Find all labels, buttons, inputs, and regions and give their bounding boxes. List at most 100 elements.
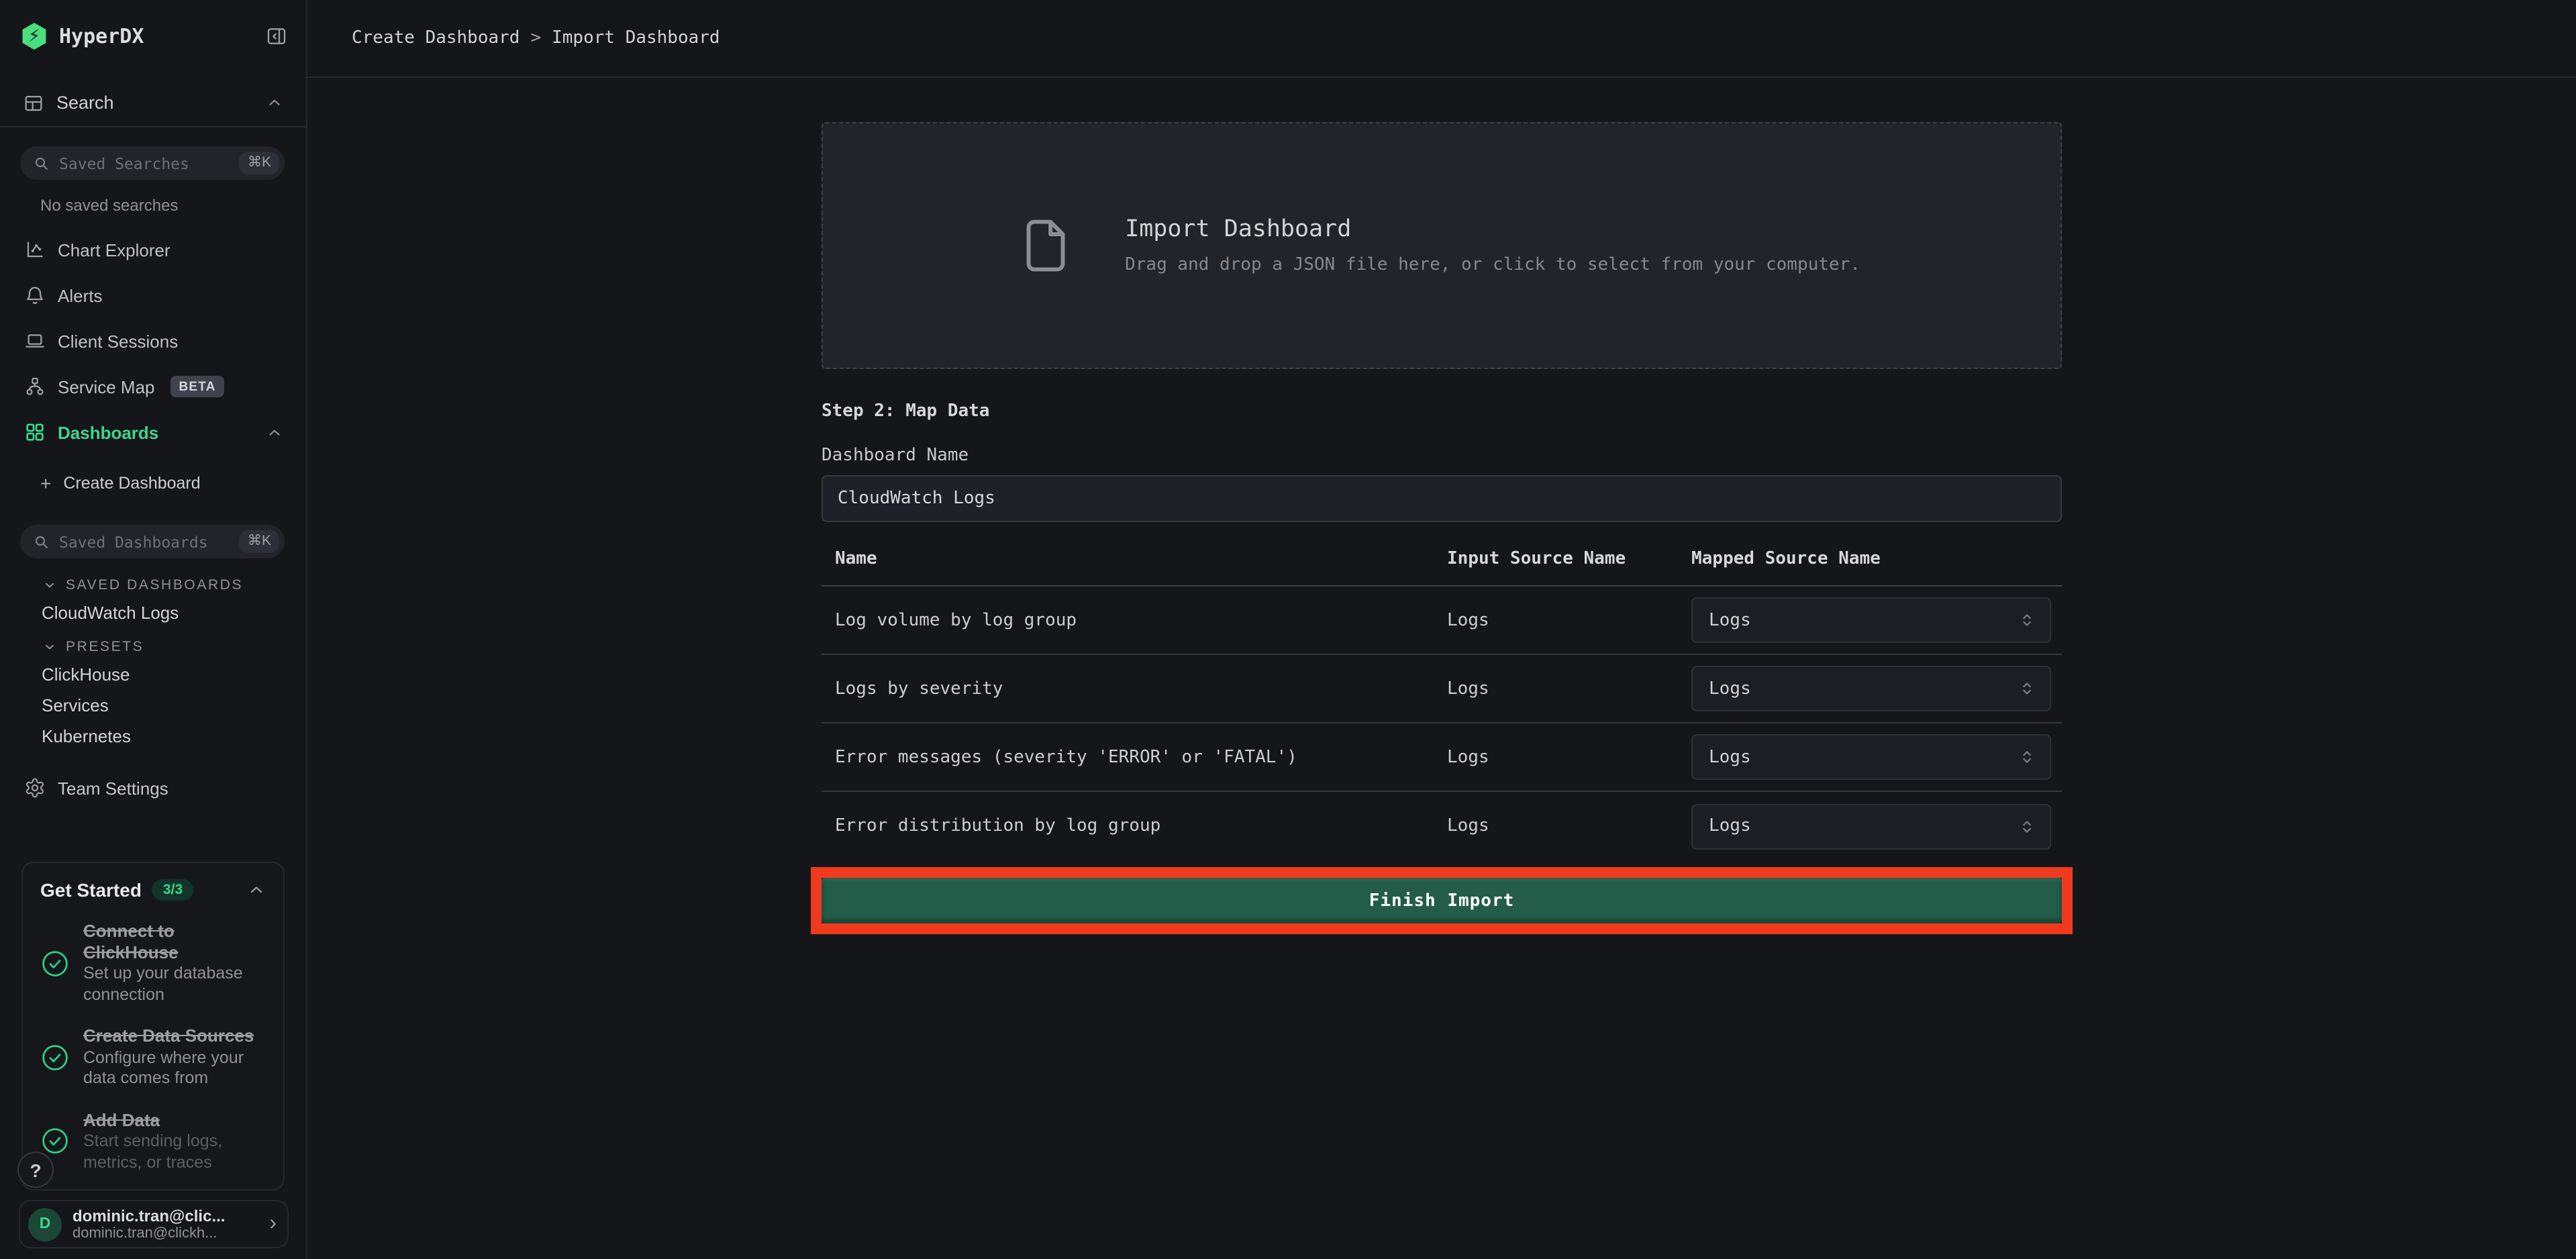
avatar: D <box>28 1207 62 1241</box>
create-dashboard-button[interactable]: + Create Dashboard <box>0 460 306 506</box>
user-email: dominic.tran@clickh... <box>72 1225 269 1242</box>
section-presets[interactable]: PRESETS <box>43 638 306 655</box>
mapped-source-select[interactable]: Logs <box>1691 734 2051 780</box>
preset-item-clickhouse[interactable]: ClickHouse <box>0 659 306 690</box>
app: ⚡ HyperDX Search ⌘K No saved searches <box>0 0 2576 1259</box>
table-row: Logs by severity Logs Logs <box>822 655 2062 723</box>
create-dashboard-label: Create Dashboard <box>63 474 200 493</box>
selected-value: Logs <box>1709 678 2018 699</box>
sidebar-item-client-sessions[interactable]: Client Sessions <box>0 318 306 364</box>
mapped-source-select[interactable]: Logs <box>1691 803 2051 849</box>
section-title: SAVED DASHBOARDS <box>66 576 243 593</box>
step-2-heading: Step 2: Map Data <box>822 401 2062 421</box>
chevron-down-icon <box>43 640 56 653</box>
topbar: Create Dashboard>Import Dashboard <box>307 0 2576 78</box>
breadcrumb-separator: > <box>530 28 541 48</box>
saved-searches-input[interactable]: ⌘K <box>20 146 285 180</box>
mapping-table: Name Input Source Name Mapped Source Nam… <box>822 533 2062 860</box>
chart-name-cell: Logs by severity <box>822 678 1436 699</box>
step-text: Create Data Sources Configure where your… <box>83 1025 266 1089</box>
no-saved-searches-text: No saved searches <box>40 196 306 215</box>
breadcrumb: Create Dashboard>Import Dashboard <box>352 28 720 48</box>
table-header-row: Name Input Source Name Mapped Source Nam… <box>822 533 2062 587</box>
saved-dashboards-input[interactable]: ⌘K <box>20 525 285 558</box>
sidebar-item-alerts[interactable]: Alerts <box>0 272 306 318</box>
service-map-icon <box>23 376 46 397</box>
team-settings-label: Team Settings <box>58 778 168 798</box>
json-dropzone[interactable]: Import Dashboard Drag and drop a JSON fi… <box>822 122 2062 369</box>
finish-import-button[interactable]: Finish Import <box>822 878 2062 923</box>
step-title: Create Data Sources <box>83 1025 266 1046</box>
progress-badge: 3/3 <box>152 879 193 901</box>
saved-searches-field[interactable] <box>59 154 240 172</box>
table-row: Error messages (severity 'ERROR' or 'FAT… <box>822 723 2062 792</box>
nav-label: Alerts <box>58 285 102 305</box>
section-saved-dashboards[interactable]: SAVED DASHBOARDS <box>43 576 306 593</box>
check-circle-icon <box>40 1043 70 1072</box>
dashboards-grid-icon <box>23 421 46 443</box>
mapped-source-select[interactable]: Logs <box>1691 597 2051 643</box>
mapped-source-select[interactable]: Logs <box>1691 666 2051 711</box>
search-icon <box>34 534 50 550</box>
sidebar-item-chart-explorer[interactable]: Chart Explorer <box>0 227 306 272</box>
saved-dashboards-field[interactable] <box>59 532 240 551</box>
shortcut-badge: ⌘K <box>240 152 279 174</box>
preset-item-kubernetes[interactable]: Kubernetes <box>0 721 306 752</box>
chart-explorer-icon <box>23 239 46 260</box>
import-dashboard-content: Import Dashboard Drag and drop a JSON fi… <box>822 122 2062 934</box>
chart-name-cell: Error messages (severity 'ERROR' or 'FAT… <box>822 747 1436 767</box>
beta-badge: BETA <box>171 376 224 397</box>
sidebar-item-team-settings[interactable]: Team Settings <box>0 765 306 811</box>
action-highlight-box: Finish Import <box>811 867 2073 934</box>
sidebar-item-service-map[interactable]: Service Map BETA <box>0 364 306 409</box>
dropzone-text: Import Dashboard Drag and drop a JSON fi… <box>1125 216 1861 275</box>
app-title: HyperDX <box>59 24 266 48</box>
get-started-step-connect[interactable]: Connect to ClickHouse Set up your databa… <box>40 921 266 1005</box>
step-title: Add Data <box>83 1109 266 1130</box>
get-started-step-add-data[interactable]: Add Data Start sending logs, metrics, or… <box>40 1109 266 1173</box>
search-grid-icon <box>23 92 44 113</box>
check-circle-icon <box>40 948 70 978</box>
search-icon <box>34 155 50 171</box>
dropzone-title: Import Dashboard <box>1125 216 1861 243</box>
step-text: Connect to ClickHouse Set up your databa… <box>83 921 266 1005</box>
nav-label: Dashboards <box>58 422 158 442</box>
help-button[interactable]: ? <box>17 1152 54 1188</box>
dashboard-item-cloudwatch-logs[interactable]: CloudWatch Logs <box>0 597 306 628</box>
preset-item-services[interactable]: Services <box>0 690 306 721</box>
table-row: Log volume by log group Logs Logs <box>822 587 2062 655</box>
selected-value: Logs <box>1709 747 2018 767</box>
dashboard-name-input[interactable] <box>822 475 2062 522</box>
nav-label: Service Map <box>58 376 155 397</box>
step-title: Connect to ClickHouse <box>83 921 266 962</box>
step-subtitle: Start sending logs, metrics, or traces <box>83 1131 266 1173</box>
select-chevrons-icon <box>2018 679 2036 698</box>
file-icon <box>1023 216 1069 275</box>
plus-icon: + <box>40 472 51 494</box>
selected-value: Logs <box>1709 816 2018 836</box>
input-source-cell: Logs <box>1436 678 1691 699</box>
laptop-icon <box>23 330 46 352</box>
hyperdx-logo-icon: ⚡ <box>21 23 47 50</box>
get-started-step-sources[interactable]: Create Data Sources Configure where your… <box>40 1025 266 1089</box>
sidebar-item-dashboards[interactable]: Dashboards <box>0 409 306 455</box>
breadcrumb-create-dashboard[interactable]: Create Dashboard <box>352 28 519 48</box>
collapse-sidebar-icon[interactable] <box>266 26 287 47</box>
user-account-card[interactable]: D dominic.tran@clic... dominic.tran@clic… <box>19 1200 289 1248</box>
get-started-header[interactable]: Get Started 3/3 <box>40 879 266 901</box>
sidebar-item-search[interactable]: Search <box>0 79 306 128</box>
nav-label: Chart Explorer <box>58 240 170 260</box>
shortcut-badge: ⌘K <box>240 530 279 553</box>
user-meta: dominic.tran@clic... dominic.tran@clickh… <box>72 1206 269 1242</box>
input-source-cell: Logs <box>1436 610 1691 630</box>
step-text: Add Data Start sending logs, metrics, or… <box>83 1109 266 1173</box>
chevron-up-icon[interactable] <box>247 880 266 899</box>
bell-icon <box>23 285 46 306</box>
select-chevrons-icon <box>2018 748 2036 766</box>
chevron-up-icon[interactable] <box>266 94 283 111</box>
dashboard-name-label: Dashboard Name <box>822 446 2062 466</box>
input-source-cell: Logs <box>1436 747 1691 767</box>
table-row: Error distribution by log group Logs Log… <box>822 792 2062 860</box>
input-source-cell: Logs <box>1436 816 1691 836</box>
chevron-up-icon[interactable] <box>266 423 283 441</box>
